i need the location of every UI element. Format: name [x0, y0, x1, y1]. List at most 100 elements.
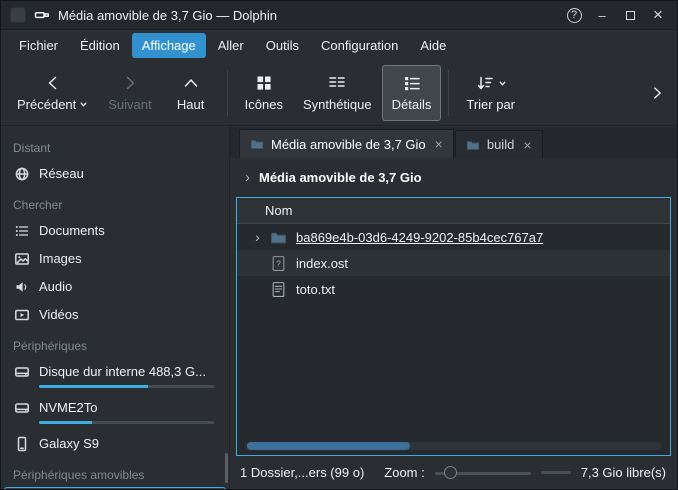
details-view-label: Détails	[392, 97, 432, 112]
folder-icon	[466, 138, 480, 152]
section-header-distant: Distant	[1, 131, 229, 159]
app-icon	[10, 7, 26, 23]
chevron-left-icon	[43, 73, 63, 93]
chevron-up-icon	[181, 73, 201, 93]
sidebar-item-images[interactable]: Images	[4, 245, 226, 272]
sidebar-item-nvme2to[interactable]: NVME2To	[4, 394, 226, 429]
column-header-nom[interactable]: Nom	[237, 198, 670, 224]
grid-icon	[254, 73, 274, 93]
icons-view-button[interactable]: Icônes	[235, 65, 293, 121]
folder-icon	[250, 137, 264, 151]
maximize-button[interactable]	[620, 5, 640, 25]
forward-label: Suivant	[108, 97, 151, 112]
unknown-file-icon: ?	[270, 255, 287, 272]
tab-media-amovible[interactable]: Média amovible de 3,7 Gio ×	[239, 129, 454, 158]
sidebar-item-label: Documents	[39, 223, 105, 238]
file-name: ba869e4b-03d6-4249-9202-85b4cec767a7	[296, 230, 543, 245]
menu-fichier[interactable]: Fichier	[9, 33, 68, 58]
dolphin-window: Média amovible de 3,7 Gio — Dolphin ? – …	[0, 0, 678, 490]
close-button[interactable]: ×	[648, 5, 668, 25]
section-header-chercher: Chercher	[1, 188, 229, 216]
status-bar: 1 Dossier,...ers (99 o) Zoom : 7,3 Gio l…	[230, 456, 677, 489]
toolbar-separator	[227, 70, 228, 116]
menu-aller[interactable]: Aller	[208, 33, 254, 58]
zoom-slider[interactable]	[435, 465, 531, 481]
section-header-peripheriques-amovibles: Périphériques amovibles	[1, 458, 229, 486]
sidebar-item-label: Audio	[39, 279, 72, 294]
tab-bar: Média amovible de 3,7 Gio × build ×	[230, 127, 677, 158]
sidebar-item-label: Disque dur interne 488,3 G...	[39, 364, 206, 379]
expander-icon[interactable]: ›	[250, 229, 265, 245]
free-space-text: 7,3 Gio libre(s)	[581, 465, 666, 480]
sidebar-item-label: Réseau	[39, 166, 84, 181]
section-header-peripheriques: Périphériques	[1, 329, 229, 357]
audio-icon	[14, 279, 30, 295]
toolbar: Précédent Suivant Haut Icônes Synthétiqu…	[1, 60, 677, 126]
menu-affichage[interactable]: Affichage	[132, 33, 206, 58]
usage-bar	[39, 385, 214, 388]
help-icon: ?	[567, 8, 582, 23]
file-row[interactable]: ? index.ost	[237, 250, 670, 276]
chevron-right-icon[interactable]: ›	[245, 169, 250, 186]
file-row[interactable]: toto.txt	[237, 276, 670, 302]
sidebar-item-label: NVME2To	[39, 400, 98, 415]
chevron-down-icon	[79, 100, 88, 109]
horizontal-scrollbar[interactable]	[245, 442, 662, 450]
minimize-button[interactable]: –	[592, 5, 612, 25]
sidebar-item-documents[interactable]: Documents	[4, 217, 226, 244]
details-view-button[interactable]: Détails	[382, 65, 442, 121]
sidebar-item-galaxy-s9[interactable]: Galaxy S9	[4, 430, 226, 457]
menu-edition[interactable]: Édition	[70, 33, 130, 58]
documents-icon	[14, 223, 30, 239]
status-summary: 1 Dossier,...ers (99 o)	[240, 465, 364, 480]
file-name: index.ost	[296, 256, 348, 271]
file-name: toto.txt	[296, 282, 335, 297]
sidebar-scrollbar[interactable]	[225, 453, 228, 483]
toolbar-overflow-button[interactable]	[643, 70, 671, 116]
help-button[interactable]: ?	[564, 5, 584, 25]
details-list-icon	[402, 73, 422, 93]
icons-view-label: Icônes	[245, 97, 283, 112]
hard-drive-icon	[14, 400, 30, 416]
sidebar-item-disque-dur-interne[interactable]: Disque dur interne 488,3 G...	[4, 358, 226, 393]
back-label: Précédent	[17, 97, 76, 112]
menubar: Fichier Édition Affichage Aller Outils C…	[1, 30, 677, 60]
breadcrumb-location[interactable]: Média amovible de 3,7 Gio	[259, 170, 422, 185]
column-header-label: Nom	[265, 203, 292, 218]
up-label: Haut	[177, 97, 204, 112]
sidebar-item-media-amovible[interactable]: Média amovible de 3,7 ...	[4, 487, 226, 489]
file-row[interactable]: › ba869e4b-03d6-4249-9202-85b4cec767a7	[237, 224, 670, 250]
sidebar-item-audio[interactable]: Audio	[4, 273, 226, 300]
compact-list-icon	[327, 73, 347, 93]
sort-by-label: Trier par	[466, 97, 515, 112]
menu-configuration[interactable]: Configuration	[311, 33, 408, 58]
sort-by-button[interactable]: Trier par	[456, 65, 525, 121]
compact-view-button[interactable]: Synthétique	[293, 65, 382, 121]
hard-drive-icon	[14, 364, 30, 380]
videos-icon	[14, 307, 30, 323]
zoom-handle[interactable]	[444, 466, 457, 479]
menu-outils[interactable]: Outils	[256, 33, 309, 58]
chevron-right-icon	[120, 73, 140, 93]
usb-drive-icon	[34, 7, 50, 23]
sidebar-item-videos[interactable]: Vidéos	[4, 301, 226, 328]
close-tab-icon[interactable]: ×	[523, 137, 531, 153]
folder-icon	[270, 229, 287, 246]
sidebar-item-label: Vidéos	[39, 307, 79, 322]
close-tab-icon[interactable]: ×	[435, 136, 443, 152]
tab-build[interactable]: build ×	[455, 130, 543, 158]
sidebar-item-label: Images	[39, 251, 82, 266]
zoom-label: Zoom :	[384, 465, 424, 480]
menu-aide[interactable]: Aide	[410, 33, 456, 58]
scrollbar-thumb[interactable]	[247, 442, 410, 450]
svg-text:?: ?	[276, 258, 281, 268]
tab-label: Média amovible de 3,7 Gio	[271, 137, 426, 152]
phone-icon	[14, 436, 30, 452]
up-button[interactable]: Haut	[162, 65, 220, 121]
sidebar-item-label: Galaxy S9	[39, 436, 99, 451]
sidebar-item-reseau[interactable]: Réseau	[4, 160, 226, 187]
forward-button[interactable]: Suivant	[98, 65, 161, 121]
file-view: Nom › ba869e4b-03d6-4249-9202-85b4cec767…	[236, 197, 671, 456]
back-button[interactable]: Précédent	[7, 65, 98, 121]
sort-icon	[475, 73, 495, 93]
